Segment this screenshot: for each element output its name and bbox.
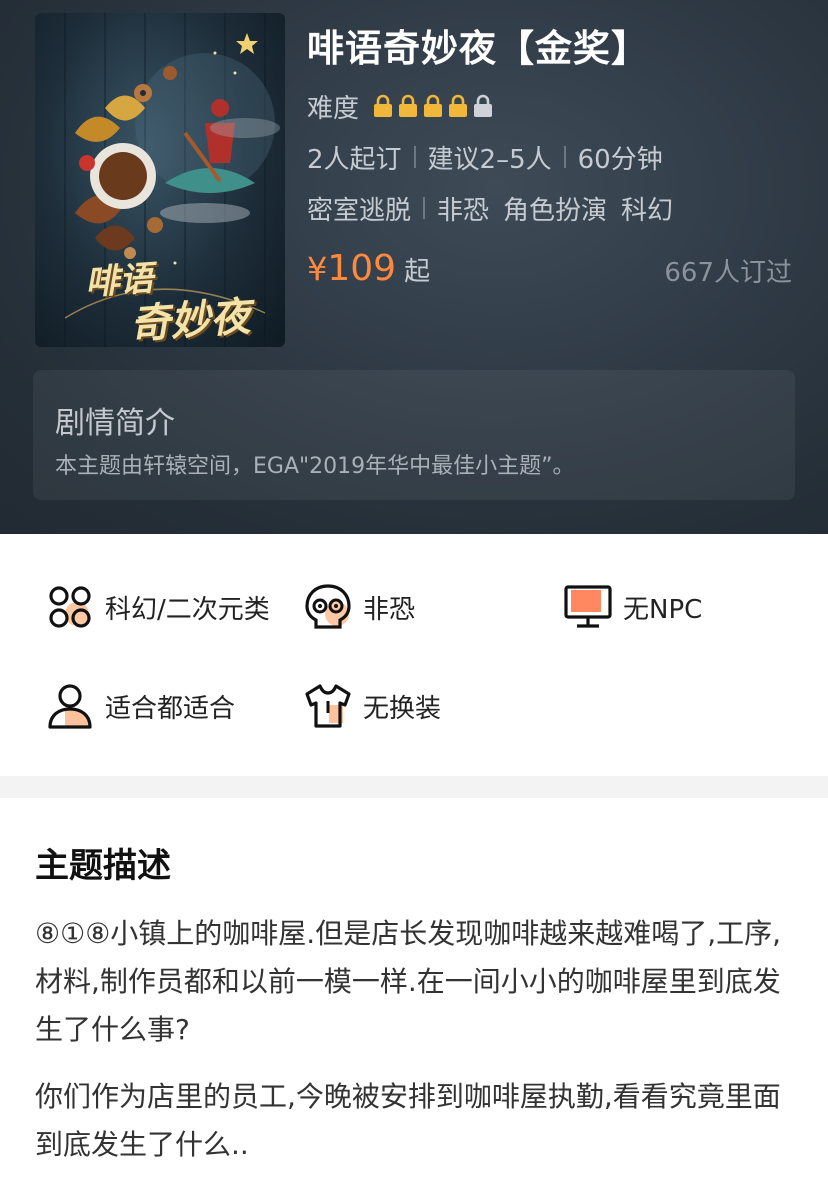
feature-label: 非恐 <box>363 594 416 625</box>
feature-label: 适合都适合 <box>105 693 236 724</box>
price: ¥ 109 起 <box>307 248 430 289</box>
booked-count: 667人订过 <box>664 258 792 288</box>
description-paragraph: ⑧①⑧小镇上的咖啡屋.但是店长发现咖啡越来越难喝了,工序,材料,制作员都和以前一… <box>35 917 782 1046</box>
npc-icon <box>564 585 612 628</box>
story-summary-card[interactable]: 剧情简介 本主题由轩辕空间，EGA"2019年华中最佳小主题”。 <box>33 370 795 500</box>
separator <box>423 197 426 219</box>
duration: 60分钟 <box>577 144 663 175</box>
suggested-players: 建议2–5人 <box>427 144 552 175</box>
story-title: 剧情简介 <box>55 406 175 441</box>
description-title: 主题描述 <box>35 846 171 886</box>
separator <box>413 146 416 168</box>
poster-image[interactable]: 啡语 奇妙夜 <box>35 13 285 347</box>
lock-icon <box>424 94 443 117</box>
feature-audience: 适合都适合 <box>45 681 235 731</box>
lock-icon <box>374 94 393 117</box>
lock-icon-inactive <box>474 94 493 117</box>
feature-label: 科幻/二次元类 <box>105 594 270 625</box>
section-divider <box>0 776 828 798</box>
lock-icon <box>449 94 468 117</box>
product-title: 啡语奇妙夜【金奖】 <box>307 27 649 70</box>
product-header: 啡语 奇妙夜 啡语奇妙夜【金奖】 难度 2人起订 建议2–5人 60分钟 密室逃… <box>0 0 828 534</box>
tag: 密室逃脱 <box>307 195 412 226</box>
tag: 科幻 <box>621 195 674 226</box>
tag-list: 密室逃脱 非恐 角色扮演 科幻 <box>307 191 674 226</box>
feature-label: 无NPC <box>623 594 703 625</box>
poster-title-line2: 奇妙夜 <box>128 292 252 347</box>
feature-label: 无换装 <box>363 693 442 724</box>
lock-icon <box>399 94 418 117</box>
scare-level-icon <box>305 584 351 629</box>
feature-scare-level: 非恐 <box>303 582 415 632</box>
difficulty-rating: 难度 <box>307 89 498 124</box>
costume-icon <box>305 684 351 728</box>
genre-icon <box>49 586 91 628</box>
price-suffix: 起 <box>404 257 431 287</box>
difficulty-label: 难度 <box>307 93 360 124</box>
price-value: 109 <box>327 248 397 289</box>
description-paragraph: 你们作为店里的员工,今晚被安排到咖啡屋执勤,看看究竟里面到底发生了什么.. <box>35 1080 781 1161</box>
feature-grid: 科幻/二次元类 非恐 无NPC 适合都适合 无换装 <box>0 534 828 776</box>
story-text: 本主题由轩辕空间，EGA"2019年华中最佳小主题”。 <box>55 454 575 479</box>
min-order: 2人起订 <box>307 144 402 175</box>
feature-costume: 无换装 <box>303 681 441 731</box>
separator <box>563 146 566 168</box>
booking-info: 2人起订 建议2–5人 60分钟 <box>307 140 663 175</box>
tag: 非恐 <box>437 195 490 226</box>
tag: 角色扮演 <box>503 195 608 226</box>
feature-genre: 科幻/二次元类 <box>45 582 270 632</box>
price-currency: ¥ <box>307 250 328 288</box>
feature-npc: 无NPC <box>563 582 702 632</box>
audience-icon <box>48 684 92 729</box>
